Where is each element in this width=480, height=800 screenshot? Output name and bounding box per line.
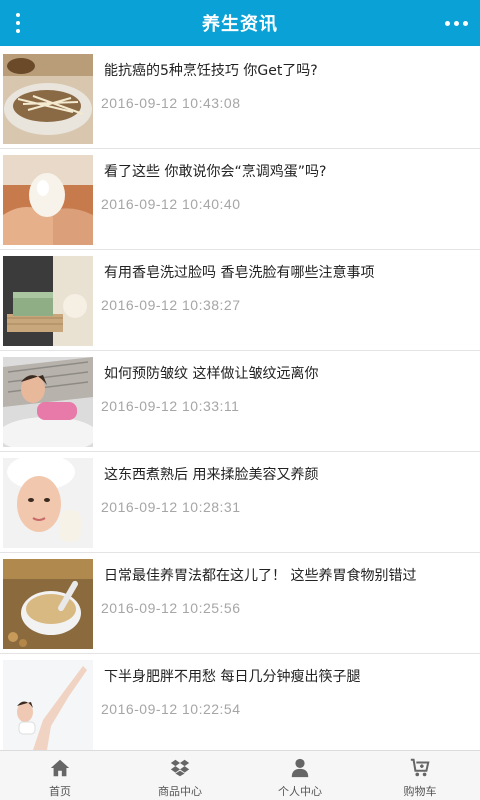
list-item[interactable]: 日常最佳养胃法都在这儿了！ 这些养胃食物别错过 2016-09-12 10:25… xyxy=(0,553,480,654)
article-thumbnail-sleeping-woman xyxy=(3,357,93,447)
article-thumbnail-egg xyxy=(3,155,93,245)
list-item[interactable]: 有用香皂洗过脸吗 香皂洗脸有哪些注意事项 2016-09-12 10:38:27 xyxy=(0,250,480,351)
article-thumbnail-fish xyxy=(3,54,93,144)
vertical-dots-icon[interactable] xyxy=(8,9,28,37)
horizontal-dots-icon[interactable] xyxy=(442,12,470,34)
bottom-nav: 首页 商品中心 个人中心 购物车 xyxy=(0,750,480,800)
nav-products[interactable]: 商品中心 xyxy=(120,751,240,800)
article-title: 如何预防皱纹 这样做让皱纹远离你 xyxy=(104,366,319,382)
list-item[interactable]: 下半身肥胖不用愁 每日几分钟瘦出筷子腿 2016-09-12 10:22:54 xyxy=(0,654,480,750)
article-thumbnail-soap xyxy=(3,256,93,346)
article-title: 日常最佳养胃法都在这儿了！ 这些养胃食物别错过 xyxy=(104,568,417,584)
article-title: 能抗癌的5种烹饪技巧 你Get了吗? xyxy=(104,63,318,79)
article-time: 2016-09-12 10:28:31 xyxy=(101,499,241,515)
list-item[interactable]: 如何预防皱纹 这样做让皱纹远离你 2016-09-12 10:33:11 xyxy=(0,351,480,452)
article-title: 有用香皂洗过脸吗 香皂洗脸有哪些注意事项 xyxy=(104,265,375,281)
article-list: 能抗癌的5种烹饪技巧 你Get了吗? 2016-09-12 10:43:08 看… xyxy=(0,48,480,750)
app-header: 养生资讯 xyxy=(0,0,480,46)
nav-label: 商品中心 xyxy=(158,785,202,798)
page-title: 养生资讯 xyxy=(202,14,278,35)
article-thumbnail-face-towel xyxy=(3,458,93,548)
article-title: 下半身肥胖不用愁 每日几分钟瘦出筷子腿 xyxy=(104,669,361,685)
article-time: 2016-09-12 10:22:54 xyxy=(101,701,241,717)
nav-cart[interactable]: 购物车 xyxy=(360,751,480,800)
nav-label: 个人中心 xyxy=(278,785,322,798)
article-time: 2016-09-12 10:25:56 xyxy=(101,600,241,616)
article-time: 2016-09-12 10:38:27 xyxy=(101,297,241,313)
article-time: 2016-09-12 10:33:11 xyxy=(101,398,240,414)
home-icon xyxy=(49,757,71,779)
article-time: 2016-09-12 10:40:40 xyxy=(101,196,241,212)
article-thumbnail-legs xyxy=(3,660,93,750)
nav-home[interactable]: 首页 xyxy=(0,751,120,800)
nav-profile[interactable]: 个人中心 xyxy=(240,751,360,800)
list-item[interactable]: 看了这些 你敢说你会“烹调鸡蛋”吗? 2016-09-12 10:40:40 xyxy=(0,149,480,250)
list-item[interactable]: 能抗癌的5种烹饪技巧 你Get了吗? 2016-09-12 10:43:08 xyxy=(0,48,480,149)
article-title: 看了这些 你敢说你会“烹调鸡蛋”吗? xyxy=(104,164,327,180)
nav-label: 首页 xyxy=(49,785,71,798)
article-title: 这东西煮熟后 用来揉脸美容又养颜 xyxy=(104,467,319,483)
article-thumbnail-porridge xyxy=(3,559,93,649)
article-time: 2016-09-12 10:43:08 xyxy=(101,95,241,111)
list-item[interactable]: 这东西煮熟后 用来揉脸美容又养颜 2016-09-12 10:28:31 xyxy=(0,452,480,553)
nav-label: 购物车 xyxy=(403,785,437,798)
dropbox-icon xyxy=(169,757,191,779)
user-icon xyxy=(289,757,311,779)
cart-icon xyxy=(409,757,431,779)
